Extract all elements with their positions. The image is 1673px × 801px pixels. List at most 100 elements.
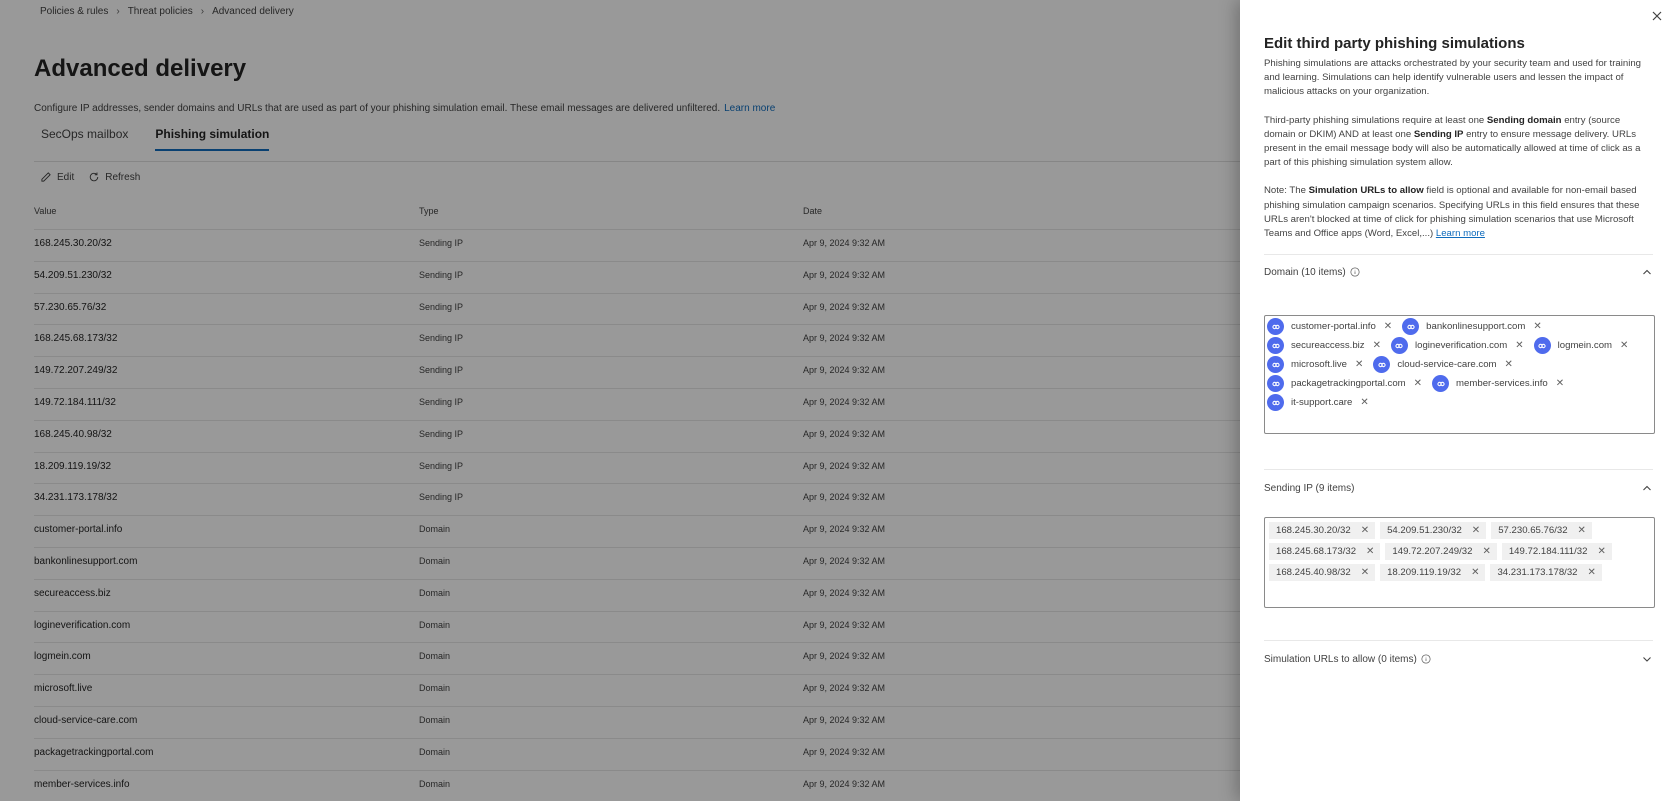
domain-pill[interactable]: logmein.com ✕ <box>1533 337 1635 354</box>
link-icon <box>1373 356 1391 373</box>
remove-icon[interactable]: ✕ <box>1471 567 1479 578</box>
link-icon <box>1267 318 1284 335</box>
sending-ip-pill-label: 18.209.119.19/32 <box>1387 567 1462 578</box>
panel-para-2: Third-party phishing simulations require… <box>1264 114 1654 171</box>
remove-icon[interactable]: ✕ <box>1597 546 1605 557</box>
sending-ip-pill-label: 149.72.207.249/32 <box>1392 546 1473 557</box>
remove-icon[interactable]: ✕ <box>1360 397 1368 408</box>
domain-pill[interactable]: packagetrackingportal.com ✕ <box>1267 375 1428 392</box>
domain-pill-label: customer-portal.info <box>1291 321 1376 332</box>
sending-ip-pill[interactable]: 18.209.119.19/32 ✕ <box>1380 564 1486 581</box>
simulation-urls-section-label-wrap: Simulation URLs to allow (0 items) <box>1264 654 1431 665</box>
remove-icon[interactable]: ✕ <box>1355 359 1363 370</box>
sending-ip-picker[interactable]: 168.245.30.20/32 ✕ 54.209.51.230/32 ✕ 57.230… <box>1264 517 1655 608</box>
domain-pill[interactable]: microsoft.live ✕ <box>1267 356 1369 373</box>
remove-icon[interactable]: ✕ <box>1533 321 1541 332</box>
link-icon <box>1390 337 1408 354</box>
simulation-urls-section-label: Simulation URLs to allow (0 items) <box>1264 653 1417 665</box>
link-icon <box>1267 375 1284 392</box>
chevron-down-icon[interactable] <box>1641 653 1653 665</box>
domain-pill[interactable]: bankonlinesupport.com ✕ <box>1402 318 1548 335</box>
info-icon[interactable] <box>1350 267 1360 277</box>
chevron-up-icon[interactable] <box>1641 482 1653 494</box>
para-3-bold-simulation-urls: Simulation URLs to allow <box>1308 185 1424 197</box>
link-icon <box>1267 394 1284 411</box>
link-icon <box>1267 337 1284 354</box>
sending-ip-section-label-wrap: Sending IP (9 items) <box>1264 483 1354 494</box>
remove-icon[interactable]: ✕ <box>1384 321 1392 332</box>
domain-pill-label: it-support.care <box>1291 397 1353 408</box>
sending-ip-pill-label: 168.245.30.20/32 <box>1276 525 1351 536</box>
domain-pill-label: secureaccess.biz <box>1291 340 1365 351</box>
sending-ip-pill-label: 149.72.184.111/32 <box>1508 546 1588 557</box>
sending-ip-pill[interactable]: 149.72.184.111/32 ✕ <box>1501 543 1612 560</box>
link-icon <box>1267 356 1284 373</box>
sending-ip-pill[interactable]: 149.72.207.249/32 ✕ <box>1385 543 1497 560</box>
section-divider <box>1264 640 1653 641</box>
domain-pill-label: logineverification.com <box>1414 340 1508 351</box>
panel-title: Edit third party phishing simulations <box>1264 35 1525 52</box>
sending-ip-pill-label: 168.245.40.98/32 <box>1276 567 1351 578</box>
chevron-up-icon[interactable] <box>1641 266 1653 278</box>
sending-ip-pill[interactable]: 168.245.40.98/32 ✕ <box>1269 564 1376 581</box>
domain-picker[interactable]: customer-portal.info ✕ bankonlinesupport.c… <box>1264 315 1655 434</box>
panel-description: Phishing simulations are attacks orchest… <box>1264 57 1654 255</box>
panel-learn-more-link[interactable]: Learn more <box>1436 228 1485 239</box>
modal-overlay[interactable] <box>0 0 1240 801</box>
domain-section-label: Domain (10 items) <box>1264 266 1346 278</box>
domain-pill-label: logmein.com <box>1557 340 1613 351</box>
panel-para-3: Note: The Simulation URLs to allow field… <box>1264 184 1654 241</box>
remove-icon[interactable]: ✕ <box>1361 525 1369 536</box>
info-icon[interactable] <box>1421 654 1431 664</box>
domain-pill-label: microsoft.live <box>1291 359 1347 370</box>
domain-section-header[interactable]: Domain (10 items) <box>1264 266 1653 278</box>
domain-section-label-wrap: Domain (10 items) <box>1264 267 1360 278</box>
remove-icon[interactable]: ✕ <box>1505 359 1513 370</box>
sending-ip-pill[interactable]: 57.230.65.76/32 ✕ <box>1491 522 1592 539</box>
panel-para-1: Phishing simulations are attacks orchest… <box>1264 58 1642 98</box>
para-2-bold-sending-domain: Sending domain <box>1486 114 1562 126</box>
domain-pill-label: cloud-service-care.com <box>1397 359 1497 370</box>
sending-ip-pill-label: 54.209.51.230/32 <box>1387 525 1462 536</box>
sending-ip-pill-label: 34.231.173.178/32 <box>1497 567 1578 578</box>
sending-ip-pill[interactable]: 168.245.30.20/32 ✕ <box>1269 522 1376 539</box>
remove-icon[interactable]: ✕ <box>1472 525 1480 536</box>
advanced-delivery-page: Policies & rules › Threat policies › Adv… <box>0 0 1240 801</box>
sending-ip-pill[interactable]: 168.245.68.173/32 ✕ <box>1269 543 1381 560</box>
remove-icon[interactable]: ✕ <box>1620 340 1628 351</box>
close-button[interactable] <box>1649 8 1665 24</box>
domain-pill[interactable]: logineverification.com ✕ <box>1390 337 1530 354</box>
remove-icon[interactable]: ✕ <box>1414 378 1422 389</box>
remove-icon[interactable]: ✕ <box>1515 340 1523 351</box>
link-icon <box>1402 318 1420 335</box>
section-divider <box>1264 254 1653 255</box>
remove-icon[interactable]: ✕ <box>1373 340 1381 351</box>
remove-icon[interactable]: ✕ <box>1578 525 1586 536</box>
domain-pill-label: member-services.info <box>1456 378 1548 389</box>
domain-pill[interactable]: secureaccess.biz ✕ <box>1267 337 1387 354</box>
para-2-text-a: Third-party phishing simulations require… <box>1264 114 1487 126</box>
simulation-urls-section-header[interactable]: Simulation URLs to allow (0 items) <box>1264 653 1653 665</box>
edit-phishing-simulations-panel: Edit third party phishing simulations Ph… <box>1240 0 1673 801</box>
domain-pill[interactable]: cloud-service-care.com ✕ <box>1373 356 1519 373</box>
domain-pill[interactable]: customer-portal.info ✕ <box>1267 318 1398 335</box>
remove-icon[interactable]: ✕ <box>1556 378 1564 389</box>
remove-icon[interactable]: ✕ <box>1482 546 1490 557</box>
close-icon <box>1652 11 1662 21</box>
sending-ip-pill[interactable]: 54.209.51.230/32 ✕ <box>1380 522 1487 539</box>
sending-ip-pill-label: 168.245.68.173/32 <box>1276 546 1357 557</box>
sending-ip-pill[interactable]: 34.231.173.178/32 ✕ <box>1490 564 1602 581</box>
domain-pill[interactable]: member-services.info ✕ <box>1432 375 1570 392</box>
remove-icon[interactable]: ✕ <box>1588 567 1596 578</box>
domain-pill-label: packagetrackingportal.com <box>1291 378 1406 389</box>
link-icon <box>1533 337 1551 354</box>
domain-pill[interactable]: it-support.care ✕ <box>1267 394 1375 411</box>
para-3-text-a: Note: The <box>1264 185 1309 197</box>
remove-icon[interactable]: ✕ <box>1361 567 1369 578</box>
domain-pill-label: bankonlinesupport.com <box>1426 321 1526 332</box>
sending-ip-section-header[interactable]: Sending IP (9 items) <box>1264 482 1653 494</box>
remove-icon[interactable]: ✕ <box>1366 546 1374 557</box>
para-2-bold-sending-ip: Sending IP <box>1413 128 1464 140</box>
section-divider <box>1264 469 1653 470</box>
sending-ip-section-label: Sending IP (9 items) <box>1264 482 1355 494</box>
